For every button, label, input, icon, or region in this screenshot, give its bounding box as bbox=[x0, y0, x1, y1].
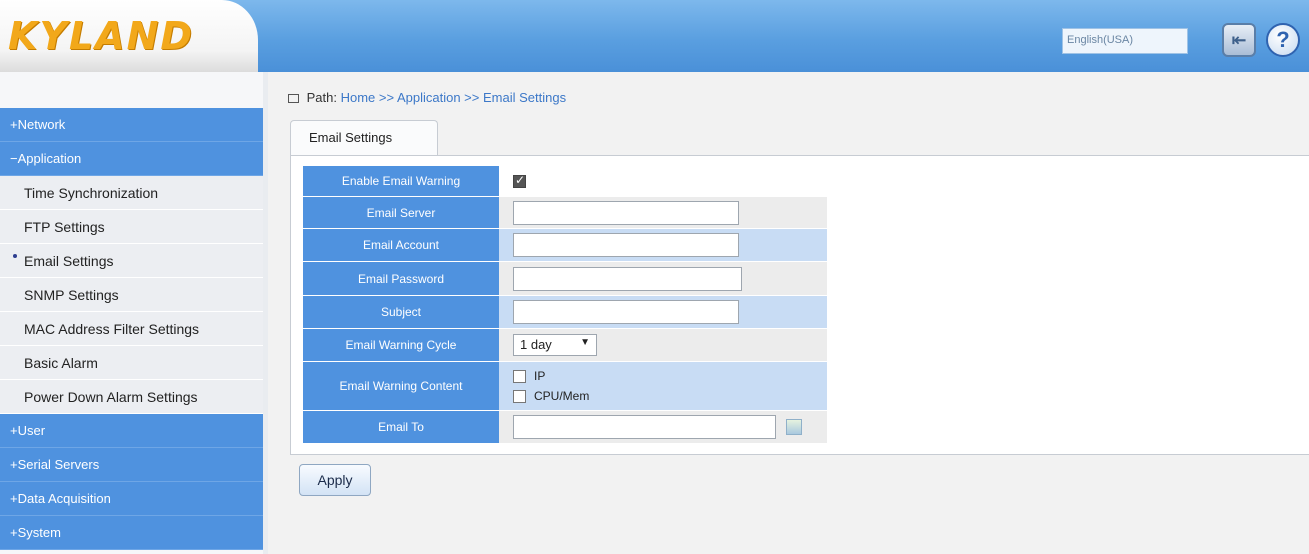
sidebar-item-data-acquisition[interactable]: +Data Acquisition bbox=[0, 482, 268, 516]
email-account-input[interactable] bbox=[513, 233, 739, 257]
subject-label: Subject bbox=[303, 296, 499, 329]
enable-warning-checkbox[interactable] bbox=[513, 173, 526, 188]
ip-label: IP bbox=[534, 369, 546, 383]
email-to-cell bbox=[499, 411, 827, 444]
sidebar-item-snmp-settings[interactable]: SNMP Settings bbox=[0, 278, 268, 312]
warning-cycle-cell: 1 day ▼ bbox=[499, 329, 827, 362]
tab-email-settings[interactable]: Email Settings bbox=[290, 120, 438, 156]
logout-icon[interactable]: ⇤ bbox=[1222, 23, 1256, 57]
sidebar-item-network[interactable]: +Network bbox=[0, 108, 268, 142]
path-crumbs: Home >> Application >> Email Settings bbox=[340, 90, 567, 105]
ip-checkbox[interactable] bbox=[513, 369, 526, 383]
warning-content-label: Email Warning Content bbox=[303, 362, 499, 411]
breadcrumb: Path: Home >> Application >> Email Setti… bbox=[288, 90, 566, 105]
content-option-ip: IP bbox=[513, 369, 545, 383]
subject-input[interactable] bbox=[513, 300, 739, 324]
warning-cycle-value: 1 day bbox=[520, 337, 552, 352]
warning-cycle-select[interactable]: 1 day ▼ bbox=[513, 334, 597, 356]
email-server-input[interactable] bbox=[513, 200, 739, 225]
sidebar-item-system[interactable]: +System bbox=[0, 516, 268, 550]
cpu-mem-label: CPU/Mem bbox=[534, 389, 590, 403]
content-option-cpu-mem: CPU/Mem bbox=[513, 389, 589, 403]
sidebar-item-application[interactable]: −Application bbox=[0, 142, 268, 176]
row-email-to: Email To bbox=[303, 411, 827, 444]
warning-content-cell: IP CPU/Mem bbox=[499, 362, 827, 411]
email-server-label: Email Server bbox=[303, 197, 499, 229]
sidebar-item-basic-alarm[interactable]: Basic Alarm bbox=[0, 346, 268, 380]
email-account-label: Email Account bbox=[303, 229, 499, 262]
address-book-icon[interactable] bbox=[786, 419, 802, 435]
sidebar-item-user[interactable]: +User bbox=[0, 414, 268, 448]
sidebar-item-ftp-settings[interactable]: FTP Settings bbox=[0, 210, 268, 244]
chevron-down-icon: ▼ bbox=[580, 337, 590, 348]
header-bar: KYLAND English(USA) ⇤ ? bbox=[0, 0, 1309, 72]
sidebar-menu: +Network −Application Time Synchronizati… bbox=[0, 72, 268, 554]
sidebar-item-serial-servers[interactable]: +Serial Servers bbox=[0, 448, 268, 482]
logo-area: KYLAND bbox=[0, 0, 258, 72]
apply-button[interactable]: Apply bbox=[299, 464, 371, 496]
path-icon bbox=[288, 94, 299, 103]
warning-cycle-label: Email Warning Cycle bbox=[303, 329, 499, 362]
email-to-label: Email To bbox=[303, 411, 499, 444]
row-email-account: Email Account bbox=[303, 229, 827, 262]
sidebar-item-power-down-alarm[interactable]: Power Down Alarm Settings bbox=[0, 380, 268, 414]
sidebar-item-time-synchronization[interactable]: Time Synchronization bbox=[0, 176, 268, 210]
language-select[interactable]: English(USA) bbox=[1062, 28, 1188, 54]
row-email-password: Email Password bbox=[303, 262, 827, 296]
sidebar-spacer bbox=[0, 72, 268, 108]
help-icon[interactable]: ? bbox=[1266, 23, 1300, 57]
email-password-input[interactable] bbox=[513, 266, 742, 291]
row-enable-warning: Enable Email Warning bbox=[303, 166, 827, 197]
row-email-server: Email Server bbox=[303, 197, 827, 229]
email-password-label: Email Password bbox=[303, 262, 499, 296]
kyland-logo: KYLAND bbox=[8, 14, 194, 58]
email-password-cell bbox=[499, 262, 827, 296]
enable-warning-cell bbox=[499, 166, 827, 197]
row-warning-cycle: Email Warning Cycle 1 day ▼ bbox=[303, 329, 827, 362]
email-server-cell bbox=[499, 197, 827, 229]
subject-cell bbox=[499, 296, 827, 329]
row-warning-content: Email Warning Content IP CPU/Mem bbox=[303, 362, 827, 411]
sidebar-divider bbox=[263, 72, 268, 554]
email-to-input[interactable] bbox=[513, 415, 776, 439]
sidebar-item-mac-address-filter[interactable]: MAC Address Filter Settings bbox=[0, 312, 268, 346]
enable-warning-label: Enable Email Warning bbox=[303, 166, 499, 197]
sidebar-item-email-settings[interactable]: Email Settings bbox=[0, 244, 268, 278]
cpu-mem-checkbox[interactable] bbox=[513, 389, 526, 403]
path-prefix: Path: bbox=[306, 90, 337, 105]
email-account-cell bbox=[499, 229, 827, 262]
row-subject: Subject bbox=[303, 296, 827, 329]
